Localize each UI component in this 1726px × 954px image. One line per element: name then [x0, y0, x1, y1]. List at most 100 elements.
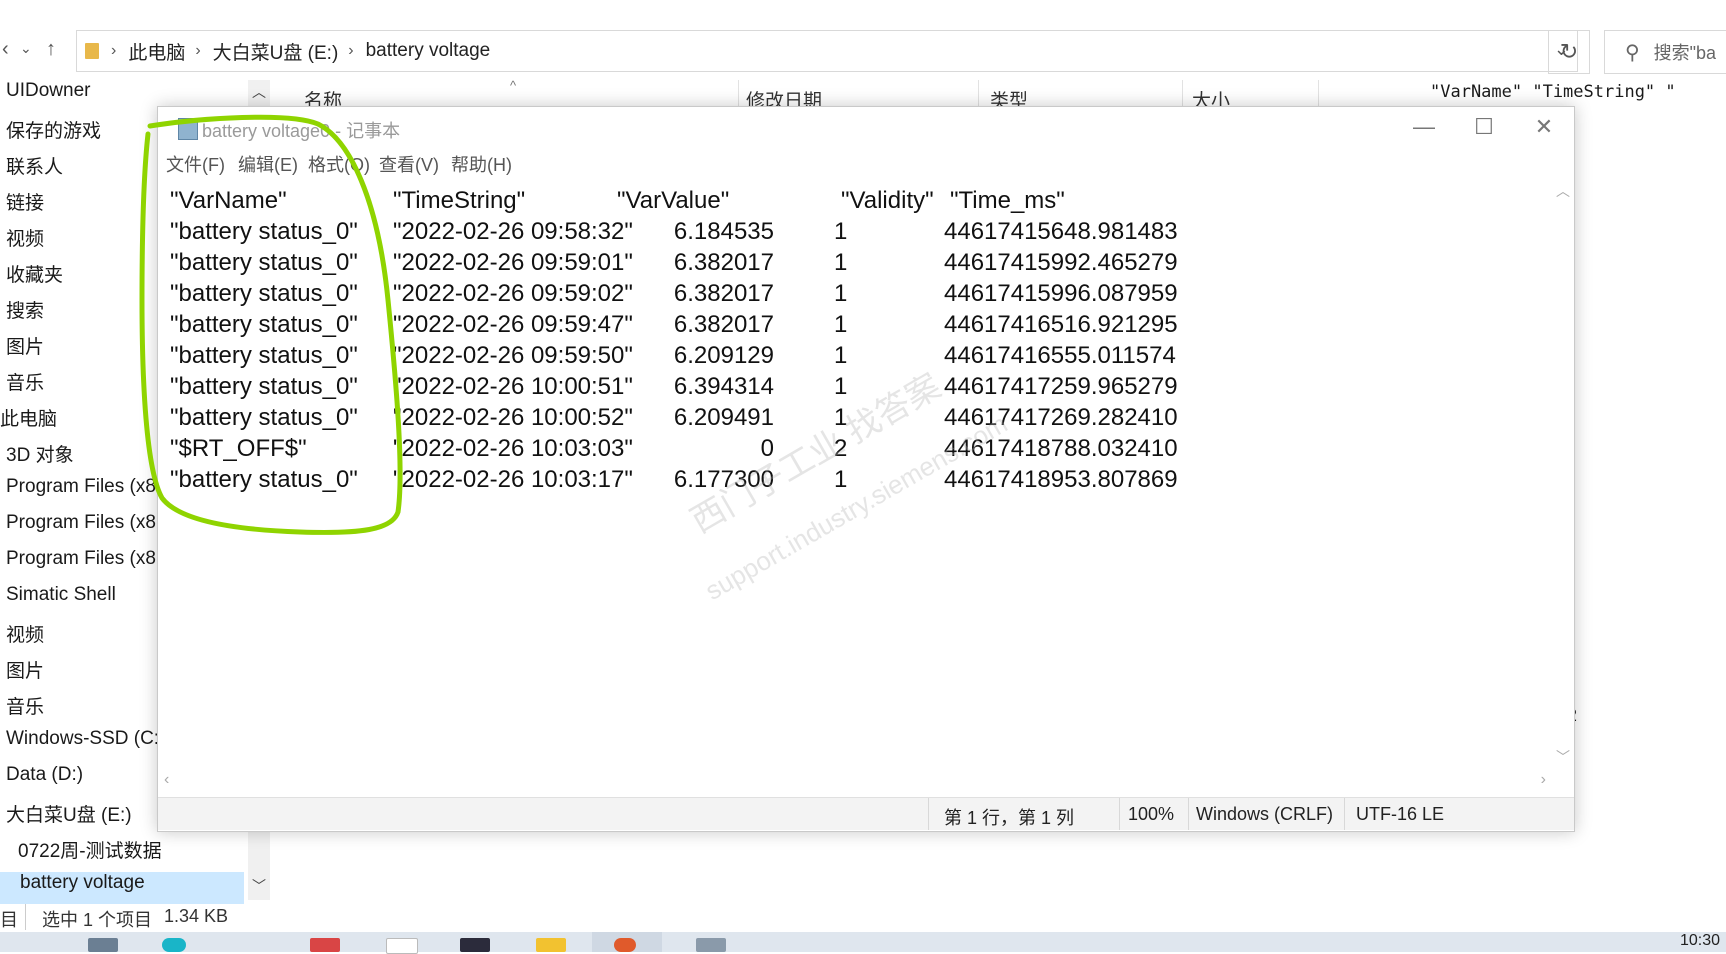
- taskbar-folder-icon[interactable]: [536, 938, 566, 952]
- text-field: "2022-02-26 09:58:32": [393, 218, 633, 245]
- text-field: "battery status_0": [170, 342, 358, 369]
- sidebar-item[interactable]: 0722周-测试数据: [18, 836, 162, 868]
- sidebar-item[interactable]: UIDowner: [6, 80, 90, 112]
- sidebar-item[interactable]: 联系人: [6, 152, 63, 184]
- text-field: "battery status_0": [170, 404, 358, 431]
- scroll-up-icon[interactable]: ︿: [248, 82, 270, 102]
- sidebar-item[interactable]: Program Files (x8: [6, 476, 156, 508]
- breadcrumb-separator-icon[interactable]: ›: [195, 42, 200, 60]
- text-field: "2022-02-26 09:59:01": [393, 249, 633, 276]
- sidebar-item[interactable]: 图片: [6, 656, 44, 688]
- status-divider: [1344, 798, 1345, 830]
- scroll-down-icon[interactable]: ﹀: [248, 876, 270, 896]
- close-icon: ✕: [1534, 114, 1554, 139]
- sidebar-item[interactable]: Program Files (x8: [6, 512, 156, 544]
- text-field: 44617418953.807869: [944, 466, 1178, 493]
- sidebar-item[interactable]: battery voltage: [0, 872, 244, 904]
- menu-view[interactable]: 查看(V): [379, 151, 439, 177]
- minimize-icon: —: [1413, 114, 1435, 139]
- sidebar-item[interactable]: 图片: [6, 332, 44, 364]
- status-divider: [1119, 798, 1120, 830]
- menu-format[interactable]: 格式(O): [308, 151, 370, 177]
- sidebar-item[interactable]: 视频: [6, 224, 44, 256]
- text-field: 6.394314: [673, 373, 774, 400]
- notepad-window[interactable]: battery voltage0 - 记事本 — ☐ ✕ 文件(F) 编辑(E)…: [157, 106, 1575, 832]
- text-line: "battery status_0" "2022-02-26 09:59:47" 6…: [164, 311, 1544, 342]
- scroll-up-icon[interactable]: ︿: [1556, 181, 1570, 201]
- up-arrow-icon[interactable]: ↑: [46, 38, 56, 61]
- sidebar-item[interactable]: 此电脑: [0, 404, 57, 436]
- breadcrumb-item[interactable]: 大白菜U盘 (E:): [213, 38, 339, 65]
- text-field: 1: [834, 373, 848, 400]
- sidebar-item[interactable]: 链接: [6, 188, 44, 220]
- text-field: 44617415996.087959: [944, 280, 1178, 307]
- status-divider: [25, 904, 26, 930]
- sidebar-item[interactable]: 收藏夹: [6, 260, 63, 292]
- scroll-down-icon[interactable]: ﹀: [1556, 747, 1570, 767]
- vertical-scrollbar[interactable]: ︿ ﹀: [1552, 179, 1574, 769]
- text-field: 1: [834, 218, 848, 245]
- text-field: "2022-02-26 10:03:03": [393, 435, 633, 462]
- sidebar-item[interactable]: 搜索: [6, 296, 44, 328]
- item-count-text: 目: [0, 910, 18, 930]
- text-field: 6.209129: [673, 342, 774, 369]
- preview-line: "VarName" "TimeString" ": [1430, 82, 1676, 102]
- text-field: "battery status_0": [170, 249, 358, 276]
- text-field: 6.382017: [673, 311, 774, 338]
- menu-file[interactable]: 文件(F): [166, 151, 225, 177]
- sidebar-item[interactable]: 音乐: [6, 368, 44, 400]
- sidebar-item[interactable]: Data (D:): [6, 764, 83, 796]
- notepad-statusbar: 第 1 行，第 1 列 100% Windows (CRLF) UTF-16 L…: [158, 797, 1574, 830]
- scroll-right-icon[interactable]: ›: [1541, 771, 1546, 789]
- text-line: "battery status_0" "2022-02-26 09:59:02" 6…: [164, 280, 1544, 311]
- text-field: "2022-02-26 09:59:50": [393, 342, 633, 369]
- taskbar-terminal-icon[interactable]: [460, 938, 490, 952]
- cursor-position: 第 1 行，第 1 列: [944, 808, 1075, 828]
- selected-count-text: 选中 1 个项目: [42, 910, 153, 930]
- breadcrumb-item[interactable]: battery voltage: [366, 40, 491, 62]
- text-field: "2022-02-26 09:59:47": [393, 311, 633, 338]
- taskbar: 10:30: [0, 932, 1726, 954]
- notepad-titlebar[interactable]: battery voltage0 - 记事本 — ☐ ✕: [158, 107, 1574, 147]
- back-arrow-icon[interactable]: ‹: [2, 38, 9, 61]
- breadcrumb-item[interactable]: 此电脑: [128, 38, 185, 65]
- sort-up-icon: ^: [510, 78, 517, 93]
- maximize-icon: ☐: [1474, 114, 1494, 139]
- sidebar-item[interactable]: 视频: [6, 620, 44, 652]
- horizontal-scrollbar[interactable]: ‹ ›: [158, 771, 1552, 791]
- sidebar-item[interactable]: 3D 对象: [6, 440, 74, 472]
- explorer-statusbar: 目 选中 1 个项目 1.34 KB: [0, 902, 1726, 932]
- taskbar-app-icon[interactable]: [614, 938, 636, 952]
- recent-chevron-icon[interactable]: ⌄: [20, 40, 32, 57]
- search-input[interactable]: ⚲ 搜索"ba: [1604, 30, 1726, 74]
- text-field: 1: [834, 249, 848, 276]
- folder-icon: [85, 43, 99, 59]
- menu-edit[interactable]: 编辑(E): [238, 151, 298, 177]
- maximize-button[interactable]: ☐: [1454, 111, 1514, 143]
- taskbar-browser-icon[interactable]: [162, 938, 186, 952]
- sidebar-item[interactable]: Program Files (x8: [6, 548, 156, 580]
- text-field: 6.382017: [673, 280, 774, 307]
- text-field: 44617415648.981483: [944, 218, 1178, 245]
- taskbar-app-icon[interactable]: [310, 938, 340, 952]
- breadcrumb-separator-icon[interactable]: ›: [348, 42, 353, 60]
- sidebar-item[interactable]: Windows-SSD (C:: [6, 728, 159, 760]
- close-button[interactable]: ✕: [1514, 111, 1574, 143]
- minimize-button[interactable]: —: [1394, 111, 1454, 143]
- taskbar-app-icon[interactable]: [88, 938, 118, 952]
- breadcrumb-separator-icon[interactable]: ›: [111, 42, 116, 60]
- taskbar-app-icon[interactable]: [696, 938, 726, 952]
- refresh-button[interactable]: ↻: [1548, 30, 1590, 74]
- text-field: "battery status_0": [170, 218, 358, 245]
- sidebar-item[interactable]: Simatic Shell: [6, 584, 116, 616]
- menu-help[interactable]: 帮助(H): [451, 151, 512, 177]
- sidebar-item[interactable]: 音乐: [6, 692, 44, 724]
- address-row: ‹ ⌄ ↑ › 此电脑 › 大白菜U盘 (E:) › battery volta…: [0, 26, 1726, 76]
- text-field: "TimeString": [393, 187, 526, 214]
- text-field: 44617415992.465279: [944, 249, 1178, 276]
- sidebar-item[interactable]: 保存的游戏: [6, 116, 101, 148]
- address-bar[interactable]: › 此电脑 › 大白菜U盘 (E:) › battery voltage ⌄: [76, 30, 1578, 72]
- line-ending: Windows (CRLF): [1196, 804, 1334, 824]
- sidebar-item[interactable]: 大白菜U盘 (E:): [6, 800, 132, 832]
- scroll-left-icon[interactable]: ‹: [164, 771, 169, 789]
